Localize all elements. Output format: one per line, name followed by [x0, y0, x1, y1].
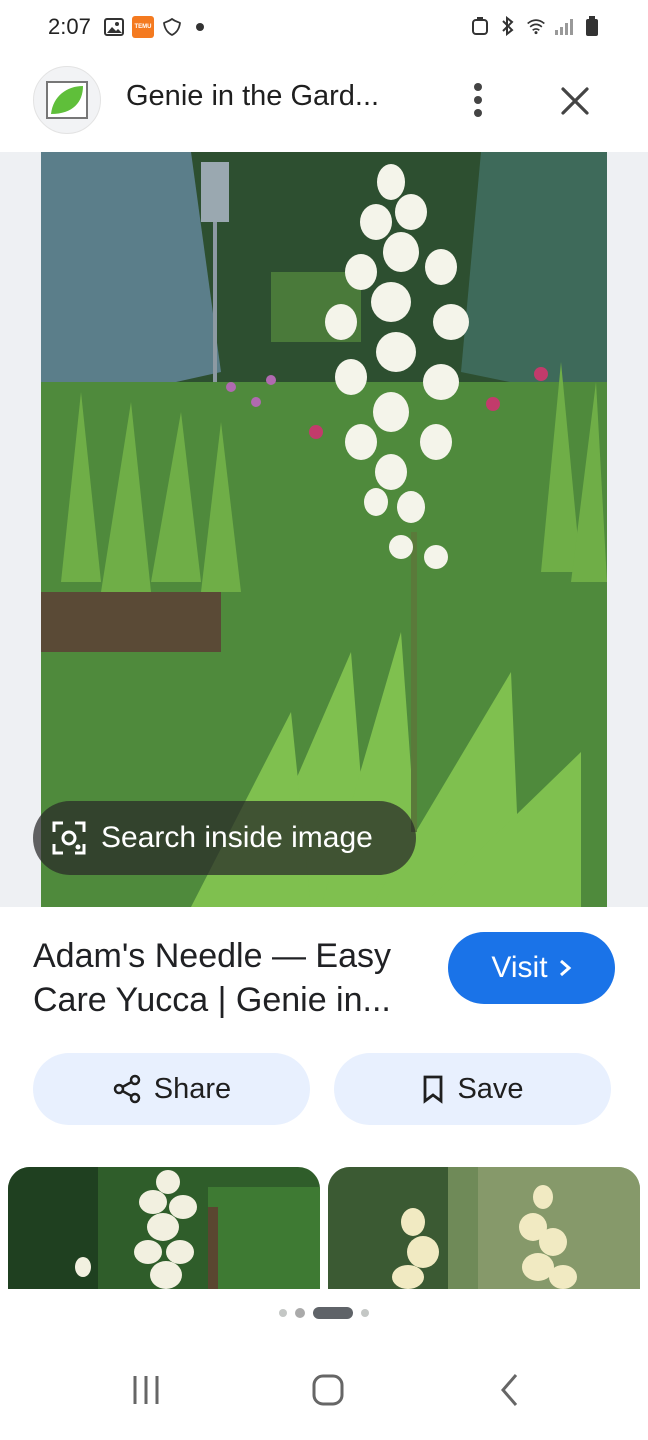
site-favicon[interactable]: [33, 66, 101, 134]
share-icon: [113, 1074, 141, 1104]
share-label: Share: [153, 1072, 232, 1105]
yucca-garden-photo[interactable]: [41, 152, 607, 907]
pager-dot: [279, 1309, 287, 1317]
status-right-icons: [470, 16, 602, 36]
save-button[interactable]: Save: [334, 1053, 611, 1125]
battery-icon: [582, 16, 602, 36]
recent-apps-button[interactable]: [116, 1368, 176, 1412]
more-vert-icon: [474, 83, 482, 117]
pager-dot-active: [313, 1307, 353, 1319]
status-time: 2:07: [48, 14, 91, 39]
shield-icon: [162, 17, 182, 37]
pager-dot: [361, 1309, 369, 1317]
more-options-button[interactable]: [458, 76, 498, 124]
search-inside-label: Search inside image: [101, 821, 373, 854]
status-bar: 2:07 TEMU: [0, 0, 648, 58]
close-icon: [561, 87, 589, 115]
save-label: Save: [457, 1072, 524, 1105]
related-image-thumbnail[interactable]: [328, 1167, 640, 1289]
system-nav-bar: [0, 1340, 648, 1440]
notification-dot-icon: [190, 17, 210, 37]
page-header: Genie in the Gard...: [0, 58, 648, 150]
lens-search-icon: [49, 818, 89, 858]
site-title: Genie in the Gard...: [126, 80, 380, 112]
wifi-icon: [526, 16, 546, 36]
home-icon: [312, 1374, 344, 1406]
recent-apps-icon: [133, 1376, 159, 1404]
signal-icon: [554, 16, 574, 36]
gallery-icon: [104, 17, 124, 37]
temu-badge-text: TEMU: [134, 23, 152, 30]
chevron-right-icon: [559, 959, 571, 977]
search-inside-image-button[interactable]: Search inside image: [33, 801, 416, 875]
carousel-pager: [0, 1307, 648, 1319]
home-button[interactable]: [298, 1368, 358, 1412]
visit-label: Visit: [491, 951, 548, 984]
result-title[interactable]: Adam's Needle — Easy Care Yucca | Genie …: [33, 934, 433, 1022]
related-image-thumbnail[interactable]: [8, 1167, 320, 1289]
battery-saver-icon: [470, 16, 490, 36]
image-viewer[interactable]: [0, 152, 648, 907]
bookmark-icon: [424, 1075, 443, 1104]
leaf-logo-icon: [46, 81, 88, 119]
status-left-icons: TEMU: [104, 16, 210, 38]
back-button[interactable]: [480, 1368, 540, 1412]
visit-button[interactable]: Visit: [448, 932, 615, 1004]
bluetooth-icon: [498, 16, 518, 36]
close-button[interactable]: [552, 78, 598, 124]
pager-dot: [295, 1308, 305, 1318]
temu-app-icon: TEMU: [132, 16, 154, 38]
share-button[interactable]: Share: [33, 1053, 310, 1125]
back-icon: [501, 1374, 518, 1406]
